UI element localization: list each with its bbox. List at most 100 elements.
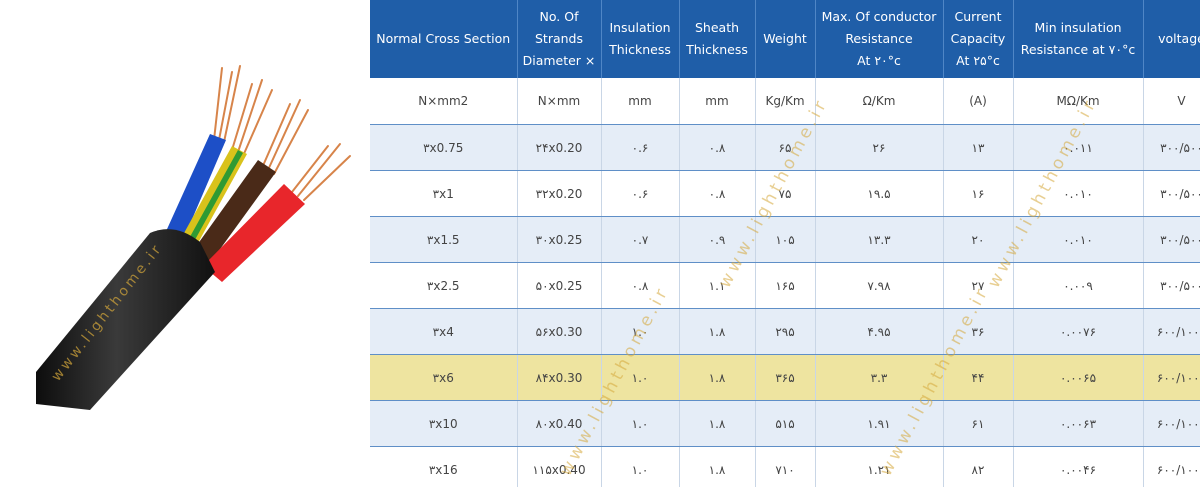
table-cell: ۶۱ — [943, 400, 1014, 447]
table-cell: ۰.۶ — [601, 124, 680, 171]
table-row: ۳x1.5 ۳۰x0.25 ۰.۷ ۰.۹ ۱۰۵ ۱۳.۳ ۲۰ ۰.۰۱۰ ۳۰۰/۵۰۰ — [370, 216, 1200, 263]
table-cell: ۳x1.5 — [370, 216, 518, 263]
table-cell: ۰.۰۱۰ — [1013, 216, 1144, 263]
table-cell: ۷.۹۸ — [815, 262, 944, 309]
table-cell: ۰.۰۰۶۵ — [1013, 354, 1144, 401]
unit-cell: (A) — [943, 78, 1014, 125]
column-header-line: Capacity — [950, 31, 1006, 46]
table-header-row: Normal Cross Section No. Of Strands Diamete… — [370, 0, 1200, 78]
table-cell: ۳۲x0.20 — [517, 170, 602, 217]
table-cell: ۳.۳ — [815, 354, 944, 401]
table-cell: ۰.۶ — [601, 170, 680, 217]
table-cell: ۰.۸ — [601, 262, 680, 309]
table-cell: ۳x10 — [370, 400, 518, 447]
table-body: N×mm2 N×mm mm mm Kg/Km Ω/Km (A) MΩ/Km V ۳x0.75 ۲۴x… — [370, 78, 1200, 487]
unit-cell: Kg/Km — [755, 78, 816, 125]
column-header-line: Thickness — [686, 42, 748, 57]
table-cell: ۲۷ — [943, 262, 1014, 309]
table-cell: ۰.۸ — [679, 124, 756, 171]
table-cell: ۲۹۵ — [755, 308, 816, 355]
table-cell: ۱.۰ — [601, 354, 680, 401]
table-cell: ۶۰۰/۱۰۰۰ — [1143, 308, 1200, 355]
column-header-line: Current — [954, 9, 1002, 24]
unit-cell: MΩ/Km — [1013, 78, 1144, 125]
column-header-line: Diameter × — [522, 53, 596, 68]
units-row: N×mm2 N×mm mm mm Kg/Km Ω/Km (A) MΩ/Km V — [370, 78, 1200, 125]
table-cell: ۵۱۵ — [755, 400, 816, 447]
column-header-line: Insulation — [609, 20, 671, 35]
column-header-line: Normal Cross Section — [376, 31, 511, 46]
table-cell: ۶۰۰/۱۰۰۰ — [1143, 400, 1200, 447]
table-cell: ۲۶ — [815, 124, 944, 171]
table-cell: ۳۰x0.25 — [517, 216, 602, 263]
table-cell: ۰.۷ — [601, 216, 680, 263]
table-cell: ۸۴x0.30 — [517, 354, 602, 401]
table-cell: ۱.۰ — [601, 308, 680, 355]
column-header: Current Capacity At ۲۵°c — [943, 0, 1014, 78]
cable-illustration: www.lighthome.ir — [36, 65, 351, 410]
table-cell: ۳۰۰/۵۰۰ — [1143, 262, 1200, 309]
table-cell: ۳x4 — [370, 308, 518, 355]
table-cell: ۱.۸ — [679, 446, 756, 487]
unit-cell: N×mm — [517, 78, 602, 125]
table-cell: ۴.۹۵ — [815, 308, 944, 355]
column-header: Weight — [755, 0, 816, 78]
table-cell: ۱.۸ — [679, 354, 756, 401]
table-cell: ۵۶x0.30 — [517, 308, 602, 355]
table-cell: ۱۶ — [943, 170, 1014, 217]
table-cell: ۶۰۰/۱۰۰۰ — [1143, 446, 1200, 487]
table-cell: ۱.۰ — [601, 446, 680, 487]
table-cell: ۱.۸ — [679, 308, 756, 355]
table-cell: ۳x2.5 — [370, 262, 518, 309]
column-header-line: Strands — [534, 31, 583, 46]
table-cell: ۰.۰۰۴۶ — [1013, 446, 1144, 487]
table-cell: ۱۱۵x0.40 — [517, 446, 602, 487]
table-cell: ۲۰ — [943, 216, 1014, 263]
table-cell: ۳۰۰/۵۰۰ — [1143, 170, 1200, 217]
table-row: ۳x4۵۶x0.30۱.۰۱.۸۲۹۵۴.۹۵۳۶۰.۰۰۷۶۶۰۰/۱۰۰۰ — [370, 308, 1200, 355]
table-cell: ۳x0.75 — [370, 124, 518, 171]
column-header: Max. Of conductor Resistance At ۲۰°c — [815, 0, 944, 78]
table-row: ۳x10۸۰x0.40۱.۰۱.۸۵۱۵۱.۹۱۶۱۰.۰۰۶۳۶۰۰/۱۰۰۰ — [370, 400, 1200, 447]
column-header-line: No. Of — [539, 9, 579, 24]
column-header-line: Resistance at ۷۰°c — [1020, 42, 1136, 57]
table-row: ۳x1 ۳۲x0.20 ۰.۶ ۰.۸ ۷۵ ۱۹.۵ ۱۶ ۰.۰۱۰ ۳۰۰/۵۰۰ — [370, 170, 1200, 217]
table-cell: ۰.۰۰۷۶ — [1013, 308, 1144, 355]
table-cell: ۷۱۰ — [755, 446, 816, 487]
table-cell: ۰.۹ — [679, 216, 756, 263]
column-header-line: At ۲۵°c — [956, 53, 1000, 68]
table-cell: ۳x16 — [370, 446, 518, 487]
table-cell: ۱.۸ — [679, 400, 756, 447]
table-cell: ۳x6 — [370, 354, 518, 401]
table-cell: ۸۲ — [943, 446, 1014, 487]
table-cell: ۱.۰ — [601, 400, 680, 447]
table-cell: ۱۳.۳ — [815, 216, 944, 263]
table-cell: ۰.۰۱۰ — [1013, 170, 1144, 217]
table-cell: ۳۰۰/۵۰۰ — [1143, 216, 1200, 263]
column-header: Insulation Thickness — [601, 0, 680, 78]
table-cell: ۰.۰۰۶۳ — [1013, 400, 1144, 447]
column-header: voltage — [1143, 0, 1200, 78]
table-cell: ۶۵ — [755, 124, 816, 171]
table-cell: ۵۰x0.25 — [517, 262, 602, 309]
cable-spec-table: Normal Cross Section No. Of Strands Diamete… — [370, 0, 1200, 487]
column-header: Min insulation Resistance at ۷۰°c — [1013, 0, 1144, 78]
column-header: No. Of Strands Diameter × — [517, 0, 602, 78]
table-cell: ۳۶ — [943, 308, 1014, 355]
table-cell: ۱۳ — [943, 124, 1014, 171]
table-cell: ۷۵ — [755, 170, 816, 217]
table-cell: ۰.۸ — [679, 170, 756, 217]
table-cell: ۱.۲۱ — [815, 446, 944, 487]
table-cell: ۰.۰۱۱ — [1013, 124, 1144, 171]
unit-cell: N×mm2 — [370, 78, 518, 125]
column-header: Normal Cross Section — [370, 0, 518, 78]
table-cell: ۱۰۵ — [755, 216, 816, 263]
table-cell: ۳۶۵ — [755, 354, 816, 401]
unit-cell: Ω/Km — [815, 78, 944, 125]
table-cell: ۱۹.۵ — [815, 170, 944, 217]
cable-product-photo: www.lighthome.ir — [0, 0, 370, 487]
table-cell: ۲۴x0.20 — [517, 124, 602, 171]
unit-cell: mm — [679, 78, 756, 125]
table-cell: ۳x1 — [370, 170, 518, 217]
table-row: ۳x16 ۱۱۵x0.40 ۱.۰ ۱.۸ ۷۱۰ ۱.۲۱ ۸۲ ۰.۰۰۴۶ ۶۰۰/۱۰۰… — [370, 446, 1200, 487]
